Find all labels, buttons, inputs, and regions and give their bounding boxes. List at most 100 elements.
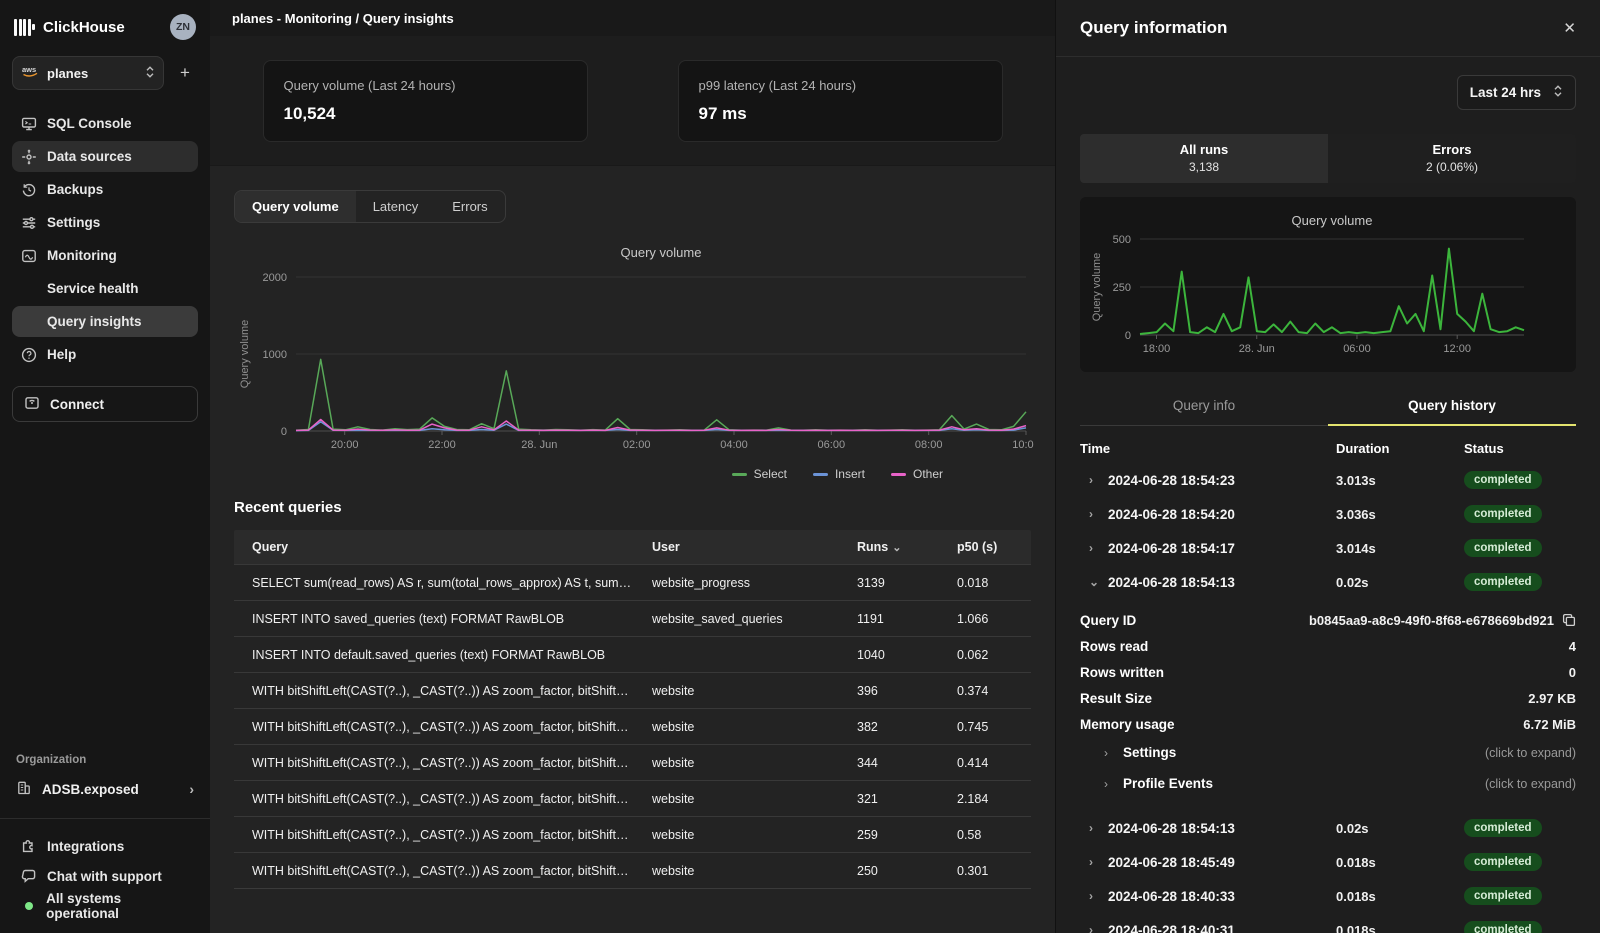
column-header-runs[interactable]: Runs⌄ — [839, 540, 939, 554]
segment-all-runs[interactable]: All runs3,138 — [1080, 134, 1328, 183]
stat-card-1: p99 latency (Last 24 hours)97 ms — [678, 60, 1003, 142]
query-cell: INSERT INTO default.saved_queries (text)… — [234, 648, 634, 662]
organization-selector[interactable]: ADSB.exposed › — [12, 776, 198, 802]
integrations-icon — [21, 838, 37, 854]
runs-cell: 396 — [839, 684, 939, 698]
svg-text:18:00: 18:00 — [1143, 343, 1171, 355]
footer-item-all-systems-operational[interactable]: All systems operational — [12, 893, 198, 919]
detail-value: 2.97 KB — [1528, 691, 1576, 706]
close-icon[interactable]: ✕ — [1563, 19, 1576, 37]
panel-tab-query-history[interactable]: Query history — [1328, 388, 1576, 426]
svg-text:Query volume: Query volume — [239, 320, 251, 388]
history-row[interactable]: ›2024-06-28 18:54:130.02scompleted — [1080, 811, 1576, 845]
p50-cell: 0.301 — [939, 864, 1031, 878]
svg-text:06:00: 06:00 — [1343, 343, 1371, 355]
sidebar-nav: SQL Console Data sourcesBackupsSettingsMo… — [12, 108, 198, 370]
query-row[interactable]: INSERT INTO default.saved_queries (text)… — [234, 636, 1031, 672]
history-row[interactable]: ›2024-06-28 18:54:203.036scompleted — [1080, 497, 1576, 531]
history-row[interactable]: ⌄2024-06-28 18:54:130.02scompleted — [1080, 565, 1576, 599]
footer-item-label: Integrations — [47, 839, 124, 854]
detail-value: 6.72 MiB — [1523, 717, 1576, 732]
user-avatar[interactable]: ZN — [170, 14, 196, 40]
sidebar-item-data-sources[interactable]: Data sources — [12, 141, 198, 172]
footer-item-integrations[interactable]: Integrations — [12, 833, 198, 859]
tab-query-volume[interactable]: Query volume — [235, 191, 356, 222]
sidebar-item-backups[interactable]: Backups — [12, 174, 198, 205]
copy-icon[interactable] — [1562, 613, 1576, 627]
svg-text:1000: 1000 — [263, 349, 287, 361]
chevron-updown-icon — [1553, 84, 1563, 101]
detail-label: Rows read — [1080, 639, 1148, 654]
panel-tab-query-info[interactable]: Query info — [1080, 388, 1328, 426]
expand-hint: (click to expand) — [1485, 746, 1576, 760]
backups-icon — [21, 182, 37, 198]
history-row[interactable]: ›2024-06-28 18:40:330.018scompleted — [1080, 879, 1576, 913]
query-row[interactable]: WITH bitShiftLeft(CAST(?..), _CAST(?..))… — [234, 744, 1031, 780]
legend-swatch — [732, 473, 747, 476]
runs-cell: 259 — [839, 828, 939, 842]
detail-value: 4 — [1569, 639, 1576, 654]
tab-errors[interactable]: Errors — [435, 191, 504, 222]
chevron-down-icon: ⌄ — [1089, 575, 1097, 589]
segment-value: 2 (0.06%) — [1328, 160, 1576, 174]
sidebar-item-help[interactable]: Help — [12, 339, 198, 370]
recent-queries-table: QueryUserRuns⌄p50 (s)SELECT sum(read_row… — [234, 530, 1031, 889]
sidebar-item-monitoring[interactable]: Monitoring — [12, 240, 198, 271]
panel-query-volume-card: Query volumeQuery volume025050018:0028. … — [1080, 197, 1576, 372]
history-time-cell: ›2024-06-28 18:54:20 — [1080, 507, 1336, 522]
history-duration: 0.018s — [1336, 855, 1464, 870]
history-row[interactable]: ›2024-06-28 18:45:490.018scompleted — [1080, 845, 1576, 879]
query-row[interactable]: SELECT sum(read_rows) AS r, sum(total_ro… — [234, 564, 1031, 600]
legend-item-select[interactable]: Select — [732, 467, 787, 481]
stats-strip: Query volume (Last 24 hours)10,524p99 la… — [210, 36, 1055, 166]
connect-label: Connect — [50, 397, 104, 412]
sidebar-item-sql-console[interactable]: SQL Console — [12, 108, 198, 139]
sidebar-item-settings[interactable]: Settings — [12, 207, 198, 238]
history-duration: 0.018s — [1336, 923, 1464, 933]
chart-tabs: Query volumeLatencyErrors — [234, 190, 506, 223]
query-row[interactable]: INSERT INTO saved_queries (text) FORMAT … — [234, 600, 1031, 636]
expandable-settings[interactable]: ›Settings(click to expand) — [1080, 737, 1576, 768]
query-row[interactable]: WITH bitShiftLeft(CAST(?..), _CAST(?..))… — [234, 852, 1031, 888]
query-row[interactable]: WITH bitShiftLeft(CAST(?..), _CAST(?..))… — [234, 672, 1031, 708]
history-row[interactable]: ›2024-06-28 18:54:173.014scompleted — [1080, 531, 1576, 565]
app: ClickHouse ZN aws planes + SQL ConsoleDa… — [0, 0, 1600, 933]
history-time: 2024-06-28 18:54:23 — [1108, 473, 1235, 488]
legend-item-insert[interactable]: Insert — [813, 467, 865, 481]
service-select[interactable]: aws planes — [12, 56, 164, 90]
connect-button[interactable]: Connect — [12, 386, 198, 422]
chevron-right-icon: › — [189, 781, 194, 797]
chevron-right-icon: › — [1104, 777, 1112, 791]
connect-icon — [24, 395, 40, 414]
recent-queries-title: Recent queries — [234, 499, 1031, 516]
add-service-button[interactable]: + — [172, 60, 198, 86]
runs-cell: 250 — [839, 864, 939, 878]
expandable-profile-events[interactable]: ›Profile Events(click to expand) — [1080, 768, 1576, 799]
stat-value: 97 ms — [699, 104, 982, 124]
sort-caret-icon: ⌄ — [892, 542, 901, 554]
segment-value: 3,138 — [1080, 160, 1328, 174]
sidebar-item-service-health[interactable]: Service health — [12, 273, 198, 304]
tab-latency[interactable]: Latency — [356, 191, 436, 222]
history-row[interactable]: ›2024-06-28 18:40:310.018scompleted — [1080, 913, 1576, 933]
query-id-value: b0845aa9-a8c9-49f0-8f68-e678669bd921 — [1309, 613, 1554, 628]
sidebar-item-query-insights[interactable]: Query insights — [12, 306, 198, 337]
svg-text:500: 500 — [1113, 234, 1131, 246]
segment-label: Errors — [1328, 142, 1576, 157]
svg-text:0: 0 — [1125, 330, 1131, 342]
history-row[interactable]: ›2024-06-28 18:54:233.013scompleted — [1080, 463, 1576, 497]
footer-item-chat-with-support[interactable]: Chat with support — [12, 863, 198, 889]
query-row[interactable]: WITH bitShiftLeft(CAST(?..), _CAST(?..))… — [234, 816, 1031, 852]
history-column-time: Time — [1080, 441, 1336, 456]
query-id-label: Query ID — [1080, 613, 1136, 628]
query-row[interactable]: WITH bitShiftLeft(CAST(?..), _CAST(?..))… — [234, 780, 1031, 816]
history-status-cell: completed — [1464, 853, 1576, 871]
legend-item-other[interactable]: Other — [891, 467, 943, 481]
history-time: 2024-06-28 18:40:31 — [1108, 923, 1235, 933]
query-row[interactable]: WITH bitShiftLeft(CAST(?..), _CAST(?..))… — [234, 708, 1031, 744]
time-range-select[interactable]: Last 24 hrs — [1457, 75, 1576, 110]
segment-errors[interactable]: Errors 2 (0.06%) — [1328, 134, 1576, 183]
sidebar-item-label: SQL Console — [47, 116, 132, 131]
user-cell: website_progress — [634, 576, 839, 590]
status-badge: completed — [1464, 573, 1542, 591]
